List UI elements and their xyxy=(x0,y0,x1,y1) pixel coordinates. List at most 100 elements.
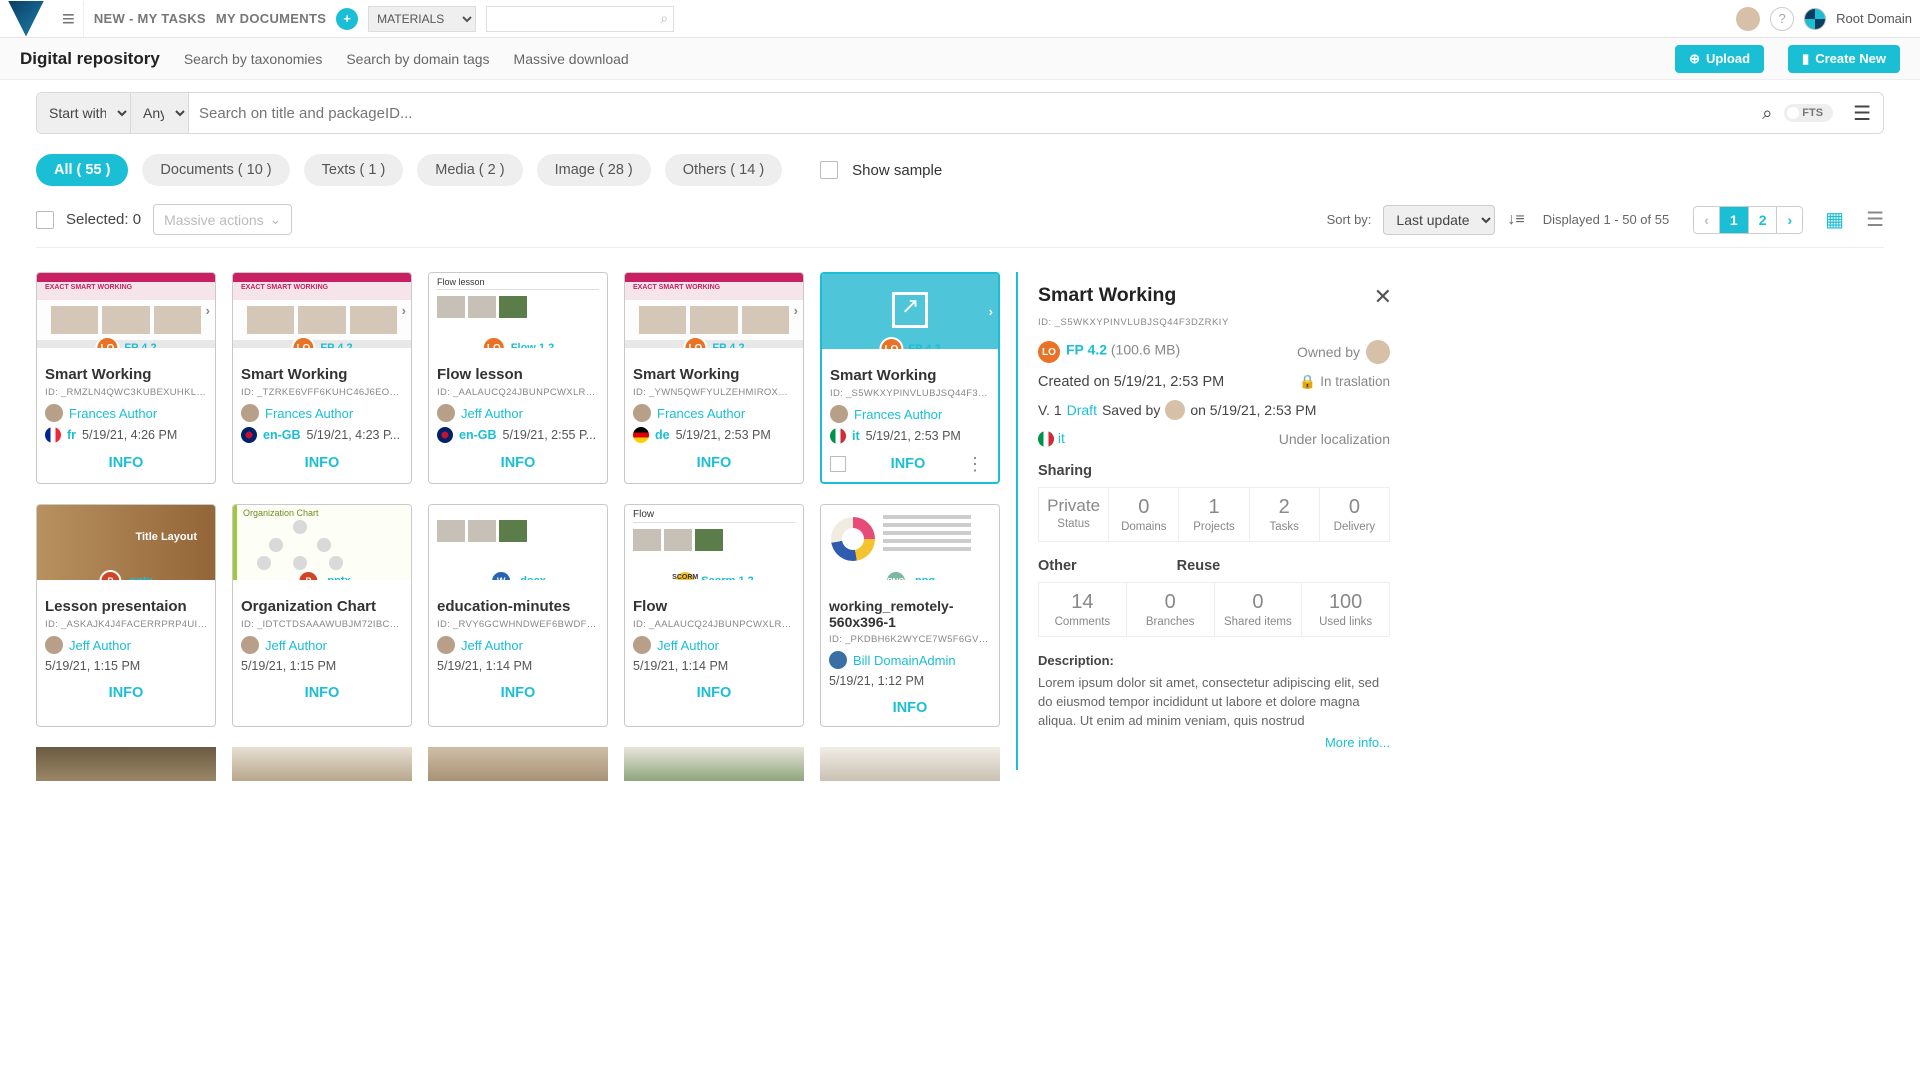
card-item[interactable]: Organization ChartP.pptx Organization Ch… xyxy=(232,504,412,727)
author-name[interactable]: Frances Author xyxy=(657,406,745,421)
close-icon[interactable]: ✕ xyxy=(1374,284,1392,310)
card-item[interactable] xyxy=(624,747,804,781)
app-logo[interactable] xyxy=(8,1,44,37)
thumbnail: EXACT SMART WORKING›LOFP 4.2 xyxy=(37,273,215,348)
info-link[interactable]: INFO xyxy=(241,681,403,705)
info-link[interactable]: INFO xyxy=(633,681,795,705)
nav-new-tasks[interactable]: NEW - MY TASKS xyxy=(94,11,206,26)
author-name[interactable]: Bill DomainAdmin xyxy=(853,653,956,668)
card-item[interactable]: FlowSCORM1.2Scorm 1.2 Flow ID: _AALAUCQ2… xyxy=(624,504,804,727)
massive-actions-btn[interactable]: Massive actions ⌄ xyxy=(153,204,292,235)
materials-select[interactable]: MATERIALS xyxy=(368,6,476,32)
card-id: ID: _S5WKXYPINVLUBJSQ44F3DZR... xyxy=(830,388,990,399)
info-link[interactable]: INFO xyxy=(45,681,207,705)
author-name[interactable]: Frances Author xyxy=(265,406,353,421)
any-select[interactable]: Any xyxy=(131,93,189,133)
author-name[interactable]: Jeff Author xyxy=(461,406,523,421)
chevron-right-icon[interactable]: › xyxy=(402,303,406,318)
list-view-icon[interactable]: ☰ xyxy=(1866,207,1884,232)
card-item[interactable] xyxy=(36,747,216,781)
page-next[interactable]: › xyxy=(1777,207,1802,233)
card-checkbox[interactable] xyxy=(830,456,846,472)
startwith-select[interactable]: Start with xyxy=(37,93,131,133)
info-link[interactable]: INFO xyxy=(241,451,403,475)
show-sample-checkbox[interactable] xyxy=(820,161,838,179)
info-link[interactable]: INFO xyxy=(437,451,599,475)
card-item[interactable]: EXACT SMART WORKING›LOFP 4.2 Smart Worki… xyxy=(624,272,804,484)
card-item[interactable]: W.docx education-minutes ID: _RVY6GCWHND… xyxy=(428,504,608,727)
author-name[interactable]: Jeff Author xyxy=(265,638,327,653)
chevron-right-icon[interactable]: › xyxy=(989,304,993,319)
owner-avatar[interactable] xyxy=(1366,340,1390,364)
open-icon[interactable] xyxy=(892,292,928,328)
domain-label[interactable]: Root Domain xyxy=(1836,11,1912,26)
author-avatar xyxy=(437,404,455,422)
search-input[interactable] xyxy=(189,93,1750,133)
card-title: Smart Working xyxy=(241,366,403,383)
link-massive-dl[interactable]: Massive download xyxy=(514,51,629,67)
detail-id: ID: _S5WKXYPINVLUBJSQ44F3DZRKIY xyxy=(1038,317,1390,328)
card-item[interactable]: EXACT SMART WORKING›LOFP 4.2 Smart Worki… xyxy=(36,272,216,484)
info-link[interactable]: INFO xyxy=(437,681,599,705)
nav-my-docs[interactable]: MY DOCUMENTS xyxy=(216,11,326,26)
card-item[interactable]: Title LayoutP.pptx Lesson presentaion ID… xyxy=(36,504,216,727)
sort-dir-icon[interactable]: ↓≡ xyxy=(1507,211,1524,229)
page-2[interactable]: 2 xyxy=(1749,207,1778,233)
tab-documents[interactable]: Documents ( 10 ) xyxy=(142,154,289,186)
lang-label[interactable]: it xyxy=(1058,430,1065,446)
create-new-button[interactable]: ▮Create New xyxy=(1788,45,1900,73)
tab-media[interactable]: Media ( 2 ) xyxy=(417,154,522,186)
link-domain-tags[interactable]: Search by domain tags xyxy=(346,51,489,67)
info-link[interactable]: INFO xyxy=(633,451,795,475)
tab-others[interactable]: Others ( 14 ) xyxy=(665,154,782,186)
more-menu-icon[interactable]: ⋮ xyxy=(960,454,990,475)
author-name[interactable]: Frances Author xyxy=(854,407,942,422)
chevron-right-icon[interactable]: › xyxy=(794,303,798,318)
card-item[interactable] xyxy=(820,747,1000,781)
author-name[interactable]: Jeff Author xyxy=(69,638,131,653)
filter-icon[interactable]: ☰ xyxy=(1841,101,1883,126)
author-name[interactable]: Jeff Author xyxy=(461,638,523,653)
link-taxonomies[interactable]: Search by taxonomies xyxy=(184,51,323,67)
saver-avatar[interactable] xyxy=(1165,400,1185,420)
chevron-right-icon[interactable]: › xyxy=(206,303,210,318)
saved-on: on 5/19/21, 2:53 PM xyxy=(1190,402,1316,418)
card-item[interactable]: Flow lessonLOFlow 1.2 Flow lesson ID: _A… xyxy=(428,272,608,484)
page-title: Digital repository xyxy=(20,49,160,69)
author-avatar xyxy=(45,636,63,654)
help-icon[interactable]: ? xyxy=(1770,7,1794,31)
page-prev[interactable]: ‹ xyxy=(1694,207,1720,233)
author-avatar xyxy=(45,404,63,422)
detail-fp[interactable]: FP 4.2 xyxy=(1066,342,1107,358)
card-item[interactable] xyxy=(428,747,608,781)
info-link[interactable]: INFO xyxy=(856,452,960,476)
fts-toggle[interactable]: FTS xyxy=(1784,104,1833,122)
card-item[interactable]: EXACT SMART WORKING›LOFP 4.2 Smart Worki… xyxy=(232,272,412,484)
author-name[interactable]: Frances Author xyxy=(69,406,157,421)
tab-image[interactable]: Image ( 28 ) xyxy=(537,154,651,186)
detail-title: Smart Working xyxy=(1038,284,1390,307)
card-item-selected[interactable]: ›LOFP 4.2 Smart Working ID: _S5WKXYPINVL… xyxy=(820,272,1000,484)
draft-link[interactable]: Draft xyxy=(1067,402,1097,418)
upload-button[interactable]: ⊕Upload xyxy=(1675,45,1764,73)
domain-logo[interactable] xyxy=(1804,8,1826,30)
author-name[interactable]: Jeff Author xyxy=(657,638,719,653)
tab-all[interactable]: All ( 55 ) xyxy=(36,154,128,186)
tab-texts[interactable]: Texts ( 1 ) xyxy=(304,154,404,186)
grid-view-icon[interactable]: ▦ xyxy=(1825,207,1844,232)
info-link[interactable]: INFO xyxy=(45,451,207,475)
add-button[interactable]: + xyxy=(336,8,358,30)
page-1[interactable]: 1 xyxy=(1720,207,1749,233)
thumbnail: ›LOFP 4.2 xyxy=(822,274,998,349)
user-avatar[interactable] xyxy=(1736,7,1760,31)
card-item[interactable] xyxy=(232,747,412,781)
menu-hamburger[interactable]: ≡ xyxy=(54,1,84,37)
select-all-checkbox[interactable] xyxy=(36,211,54,229)
search-icon[interactable]: ⌕ xyxy=(1750,103,1784,124)
flag-gb-icon xyxy=(241,427,257,443)
top-search-input[interactable] xyxy=(486,6,674,32)
more-info-link[interactable]: More info... xyxy=(1038,735,1390,750)
sort-select[interactable]: Last update xyxy=(1383,205,1495,235)
card-item[interactable]: PNG.png working_remotely-560x396-1 ID: _… xyxy=(820,504,1000,727)
info-link[interactable]: INFO xyxy=(829,696,991,720)
